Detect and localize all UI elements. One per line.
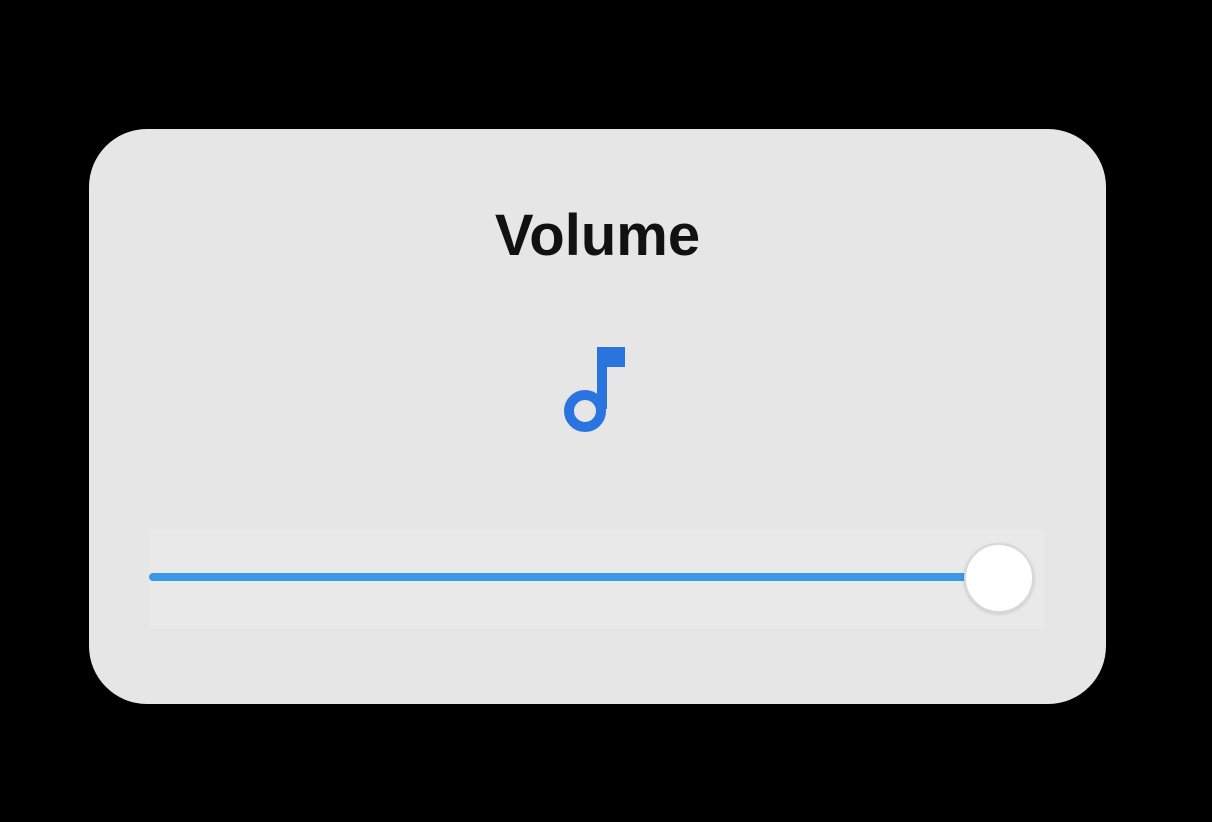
slider-fill bbox=[149, 573, 999, 581]
slider-thumb[interactable] bbox=[964, 543, 1034, 613]
music-note-icon bbox=[559, 343, 631, 439]
panel-title: Volume bbox=[494, 203, 701, 268]
volume-panel: Volume bbox=[89, 129, 1106, 704]
volume-slider[interactable] bbox=[149, 529, 1044, 629]
slider-track[interactable] bbox=[149, 573, 999, 581]
